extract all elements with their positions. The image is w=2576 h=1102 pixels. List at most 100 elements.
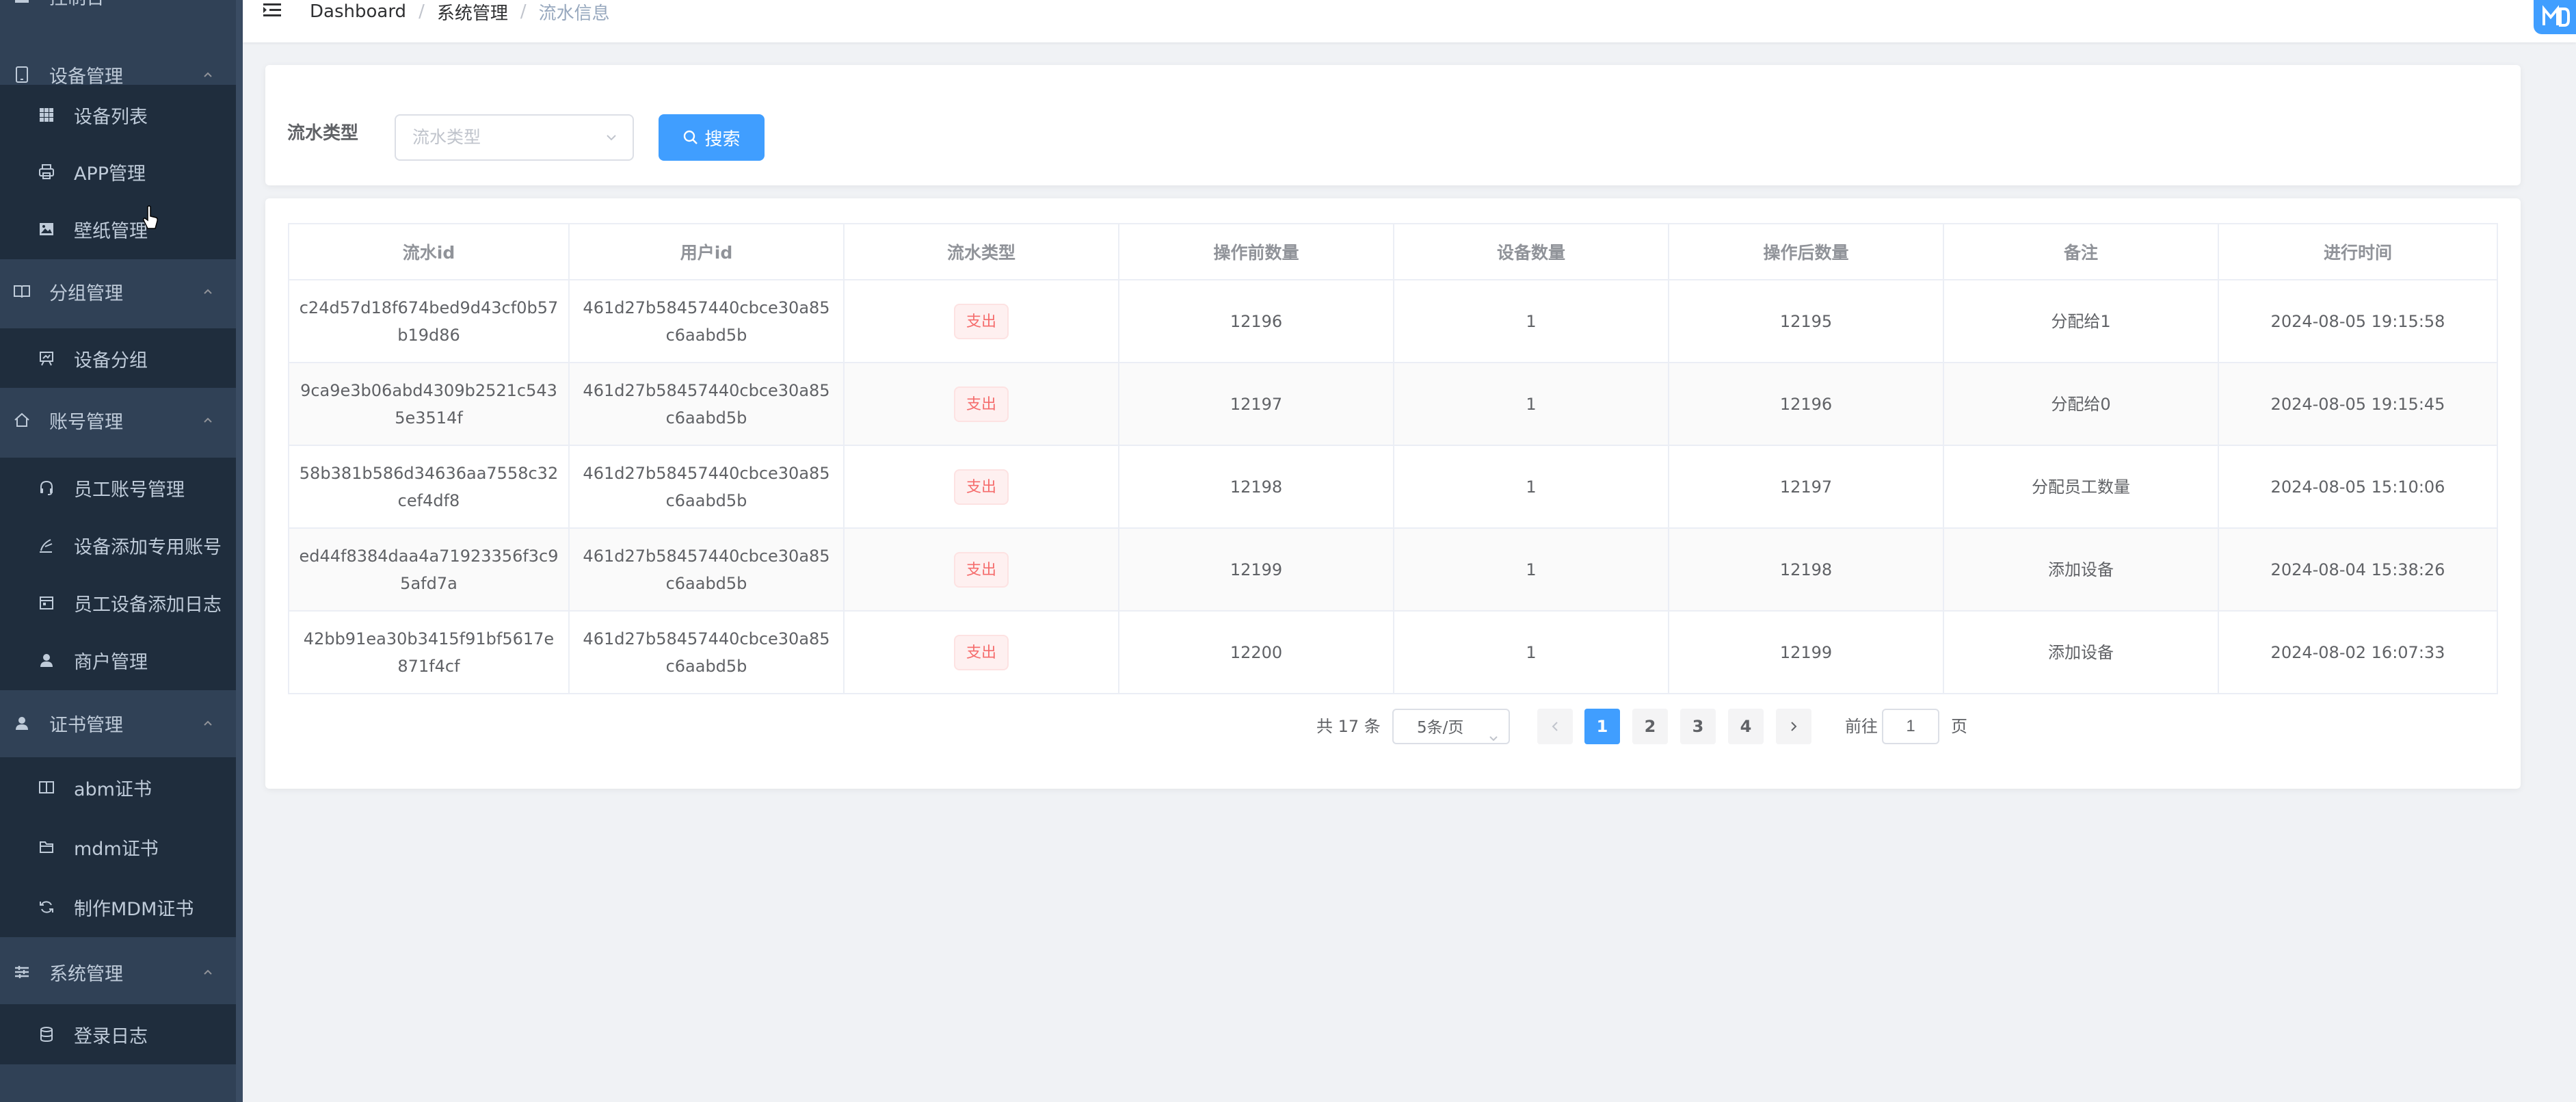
user-icon (12, 713, 31, 733)
table-row[interactable]: 9ca9e3b06abd4309b2521c5435e3514f 461d27b5… (288, 362, 2498, 446)
cell-id: 42bb91ea30b3415f91bf5617e871f4cf (288, 610, 570, 694)
cell-after: 12195 (1668, 279, 1944, 363)
cell-time: 2024-08-05 19:15:58 (2218, 279, 2498, 363)
chevron-left-icon (1552, 722, 1558, 731)
sidebar-item-label: 证书管理 (49, 714, 123, 736)
column-header[interactable]: 流水类型 (843, 223, 1119, 280)
search-button[interactable]: 搜索 (659, 114, 765, 161)
type-tag: 支出 (953, 303, 1009, 339)
cell-user: 461d27b58457440cbce30a85c6aabd5b (568, 610, 845, 694)
column-header[interactable]: 流水id (288, 223, 570, 280)
grid-icon (37, 105, 56, 124)
sidebar-item-12[interactable]: abm证书 (0, 757, 236, 817)
chevron-up-icon (202, 285, 214, 298)
sidebar-group-15[interactable]: 系统管理 (0, 940, 236, 1004)
cell-before: 12199 (1118, 527, 1394, 612)
sidebar-item-14[interactable]: 制作MDM证书 (0, 877, 236, 937)
breadcrumb-separator: / (419, 1, 425, 22)
cell-time: 2024-08-05 19:15:45 (2218, 362, 2498, 446)
page-button-1[interactable]: 1 (1584, 709, 1620, 744)
table-row[interactable]: c24d57d18f674bed9d43cf0b57b19d86 461d27b5… (288, 279, 2498, 363)
goto-page-input[interactable] (1882, 709, 1939, 744)
sidebar-item-label: 账号管理 (49, 411, 123, 433)
search-panel: 流水类型 流水类型 搜索 (265, 65, 2521, 185)
sidebar-group-11[interactable]: 证书管理 (0, 691, 236, 755)
book-icon (37, 778, 56, 797)
type-select[interactable]: 流水类型 (395, 114, 634, 161)
house-icon (12, 410, 31, 430)
sidebar-item-dashboard[interactable]: 控制台 (0, 0, 236, 12)
sidebar-group-4[interactable]: 分组管理 (0, 259, 236, 324)
cell-count: 1 (1393, 610, 1669, 694)
breadcrumb-current: 流水信息 (538, 3, 610, 24)
table-row[interactable]: 58b381b586d34636aa7558c32cef4df8 461d27b5… (288, 445, 2498, 529)
cell-time: 2024-08-02 16:07:33 (2218, 610, 2498, 694)
prev-page-button[interactable] (1537, 709, 1573, 744)
page-size-select[interactable]: 5条/页 (1392, 709, 1510, 744)
sidebar-group-6[interactable]: 账号管理 (0, 388, 236, 452)
sidebar-item-7[interactable]: 员工账号管理 (0, 458, 236, 518)
user-icon (37, 651, 56, 670)
cell-id: 9ca9e3b06abd4309b2521c5435e3514f (288, 362, 570, 446)
cell-time: 2024-08-05 15:10:06 (2218, 445, 2498, 529)
table-row[interactable]: ed44f8384daa4a71923356f3c95afd7a 461d27b5… (288, 527, 2498, 612)
cell-before: 12196 (1118, 279, 1394, 363)
cell-user: 461d27b58457440cbce30a85c6aabd5b (568, 445, 845, 529)
chevron-down-icon (1488, 722, 1499, 742)
breadcrumb-dashboard[interactable]: Dashboard (310, 1, 406, 22)
sidebar-item-label: APP管理 (74, 163, 146, 185)
navbar: Dashboard / 系统管理 / 流水信息 (243, 0, 2576, 42)
page-button-3[interactable]: 3 (1680, 709, 1716, 744)
chevron-up-icon (202, 68, 214, 81)
sidebar-scrollbar[interactable] (236, 0, 243, 1102)
column-header[interactable]: 操作后数量 (1668, 223, 1944, 280)
sidebar-item-13[interactable]: mdm证书 (0, 817, 236, 877)
next-page-button[interactable] (1776, 709, 1811, 744)
column-header[interactable]: 进行时间 (2218, 223, 2498, 280)
page-button-4[interactable]: 4 (1728, 709, 1764, 744)
type-tag: 支出 (953, 634, 1009, 670)
tablet-icon (12, 65, 31, 84)
sidebar-item-1[interactable]: 设备列表 (0, 85, 236, 145)
type-tag: 支出 (953, 386, 1009, 422)
cell-count: 1 (1393, 445, 1669, 529)
sidebar-item-5[interactable]: 设备分组 (0, 328, 236, 389)
transactions-table: 流水id 用户id 流水类型 操作前数量 设备数量 操作后数量 备注 进行时间 … (288, 223, 2498, 694)
column-header[interactable]: 用户id (568, 223, 845, 280)
sidebar-item-9[interactable]: 员工设备添加日志 (0, 573, 236, 633)
breadcrumb-system[interactable]: 系统管理 (437, 0, 508, 25)
sidebar-item-label: 分组管理 (49, 283, 123, 304)
breadcrumb-separator: / (520, 1, 527, 22)
sidebar-item-2[interactable]: APP管理 (0, 142, 236, 202)
hamburger-icon[interactable] (262, 0, 285, 21)
column-header[interactable]: 操作前数量 (1118, 223, 1394, 280)
sidebar-item-label: 商户管理 (74, 651, 148, 673)
search-icon (684, 130, 698, 144)
headset-icon (37, 478, 56, 497)
page-size-value: 5条/页 (1417, 719, 1464, 737)
sidebar-item-label: 制作MDM证书 (74, 898, 194, 920)
filter-label: 流水类型 (287, 123, 359, 144)
cell-id: ed44f8384daa4a71923356f3c95afd7a (288, 527, 570, 612)
select-placeholder: 流水类型 (412, 127, 481, 147)
page-button-2[interactable]: 2 (1632, 709, 1668, 744)
type-cell: 支出 (843, 279, 1119, 363)
pagination: 共 17 条 5条/页 1 2 3 4 前往 页 (265, 709, 2521, 744)
folder-icon (37, 837, 56, 856)
sidebar-item-3[interactable]: 壁纸管理 (0, 199, 236, 259)
sidebar-item-16[interactable]: 登录日志 (0, 1004, 236, 1064)
sidebar-item-label: mdm证书 (74, 838, 159, 860)
sliders-icon (12, 962, 31, 982)
type-cell: 支出 (843, 362, 1119, 446)
column-header[interactable]: 设备数量 (1393, 223, 1669, 280)
cell-before: 12200 (1118, 610, 1394, 694)
cell-count: 1 (1393, 527, 1669, 612)
goto-label: 前往 (1845, 717, 1878, 736)
pen-icon (37, 536, 56, 555)
cell-note: 分配员工数量 (1943, 445, 2219, 529)
sidebar-item-10[interactable]: 商户管理 (0, 630, 236, 690)
sidebar-item-8[interactable]: 设备添加专用账号 (0, 515, 236, 575)
sidebar-item-label: 设备分组 (74, 350, 148, 371)
column-header[interactable]: 备注 (1943, 223, 2219, 280)
table-row[interactable]: 42bb91ea30b3415f91bf5617e871f4cf 461d27b5… (288, 610, 2498, 694)
